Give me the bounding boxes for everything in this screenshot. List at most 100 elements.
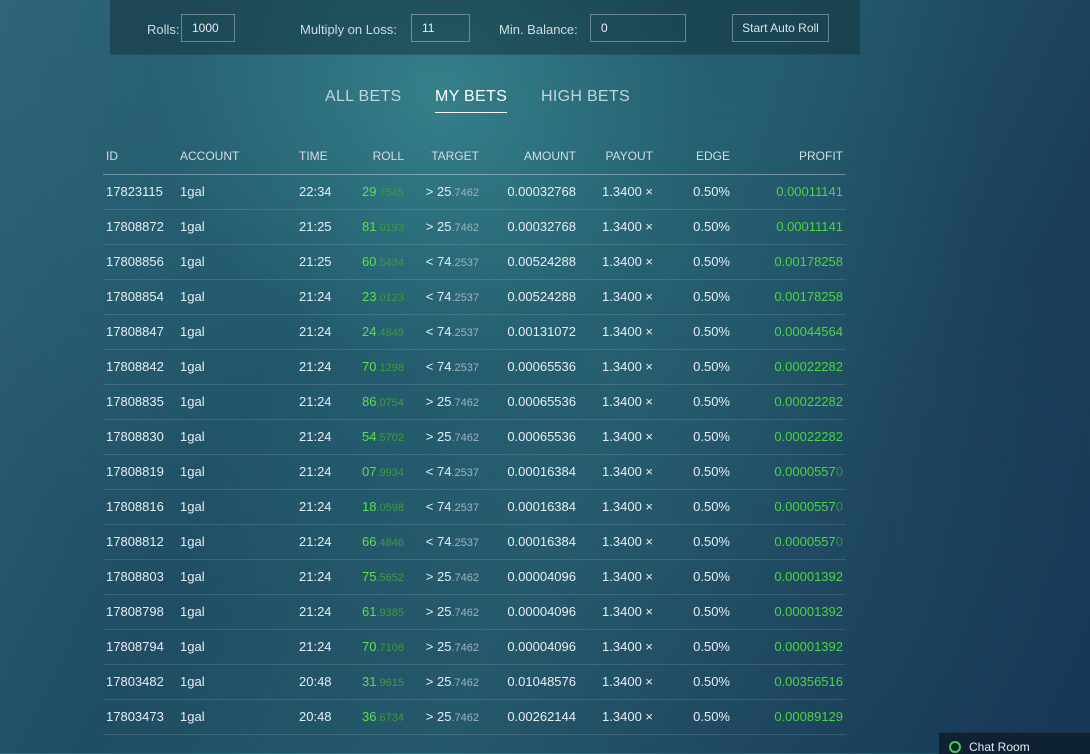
bet-account[interactable]: 1gal (180, 245, 205, 279)
bet-roll: 23.0123 (362, 280, 404, 315)
header-payout[interactable]: PAYOUT (605, 140, 653, 172)
multiply-on-loss-input[interactable] (411, 14, 470, 42)
header-time[interactable]: TIME (299, 140, 328, 172)
bet-payout: 1.3400 × (602, 464, 653, 479)
bet-id[interactable]: 17823115 (106, 175, 163, 209)
bet-id[interactable]: 17808794 (106, 630, 164, 664)
bet-id[interactable]: 17808872 (106, 210, 164, 244)
bet-id[interactable]: 17808842 (106, 350, 164, 384)
min-balance-label: Min. Balance: (499, 22, 578, 37)
bet-id[interactable]: 17808803 (106, 560, 164, 594)
roll-integer: 36 (362, 709, 377, 724)
table-row[interactable]: 17808798 1gal 21:24 61.9385 > 25.7462 0.00004… (103, 595, 846, 630)
header-amount[interactable]: AMOUNT (524, 140, 576, 172)
bet-account[interactable]: 1gal (180, 280, 205, 314)
bet-id[interactable]: 17808819 (106, 455, 164, 489)
online-status-icon (949, 741, 961, 753)
roll-integer: 54 (362, 429, 377, 444)
bet-id[interactable]: 17803473 (106, 700, 164, 734)
bet-roll: 54.5702 (362, 420, 404, 455)
profit-value: 0.00022282 (774, 429, 843, 444)
bet-amount: 0.00016384 (507, 464, 576, 479)
bet-time: 21:24 (299, 289, 332, 304)
min-balance-input[interactable] (590, 14, 686, 42)
bet-account[interactable]: 1gal (180, 315, 205, 349)
table-row[interactable]: 17808847 1gal 21:24 24.4849 < 74.2537 0.00131… (103, 315, 846, 350)
chat-room-button[interactable]: Chat Room (939, 732, 1090, 754)
bet-account[interactable]: 1gal (180, 630, 205, 664)
start-auto-roll-button[interactable]: Start Auto Roll (732, 14, 829, 42)
table-row[interactable]: 17808819 1gal 21:24 07.9934 < 74.2537 0.00016… (103, 455, 846, 490)
bet-account[interactable]: 1gal (180, 455, 205, 489)
bet-account[interactable]: 1gal (180, 560, 205, 594)
bet-id[interactable]: 17808847 (106, 315, 164, 349)
target-condition: < 74 (425, 254, 452, 269)
table-row[interactable]: 17808830 1gal 21:24 54.5702 > 25.7462 0.00065… (103, 420, 846, 455)
header-profit[interactable]: PROFIT (799, 140, 843, 172)
bet-roll: 60.5434 (362, 245, 404, 280)
bet-id[interactable]: 17808856 (106, 245, 164, 279)
tab-my-bets[interactable]: MY BETS (435, 88, 508, 113)
bet-account[interactable]: 1gal (180, 490, 205, 524)
tab-high-bets[interactable]: HIGH BETS (541, 88, 630, 106)
bet-profit: 0.00005570 (774, 490, 843, 524)
table-row[interactable]: 17808803 1gal 21:24 75.5652 > 25.7462 0.00004… (103, 560, 846, 595)
target-condition: < 74 (425, 289, 452, 304)
bet-amount: 0.00524288 (507, 254, 576, 269)
bet-target: < 74.2537 (426, 490, 479, 525)
bet-account[interactable]: 1gal (180, 525, 205, 559)
tab-all-bets[interactable]: ALL BETS (325, 88, 402, 106)
roll-integer: 23 (362, 289, 377, 304)
table-row[interactable]: 17808816 1gal 21:24 18.0598 < 74.2537 0.00016… (103, 490, 846, 525)
roll-fraction: .7106 (376, 642, 404, 654)
rolls-input[interactable] (181, 14, 235, 42)
target-condition: < 74 (425, 534, 452, 549)
bet-id[interactable]: 17803482 (106, 665, 164, 699)
table-row[interactable]: 17808872 1gal 21:25 81.0193 > 25.7462 0.00032… (103, 210, 846, 245)
roll-integer: 29 (362, 184, 377, 199)
bets-tabs: ALL BETS MY BETS HIGH BETS (0, 86, 1090, 116)
bet-account[interactable]: 1gal (180, 175, 205, 209)
roll-integer: 18 (362, 499, 377, 514)
table-row[interactable]: 17808835 1gal 21:24 86.0754 > 25.7462 0.00065… (103, 385, 846, 420)
header-id[interactable]: ID (106, 140, 118, 172)
bet-account[interactable]: 1gal (180, 665, 205, 699)
bet-payout: 1.3400 × (602, 359, 653, 374)
auto-roll-panel: Rolls: Multiply on Loss: Min. Balance: S… (110, 0, 860, 55)
header-account[interactable]: ACCOUNT (180, 140, 239, 172)
table-row[interactable]: 17823115 1gal 22:34 29.7545 > 25.7462 0.00032… (103, 175, 846, 210)
bet-account[interactable]: 1gal (180, 350, 205, 384)
target-fraction: .2537 (451, 292, 479, 304)
bet-id[interactable]: 17808798 (106, 595, 164, 629)
bet-account[interactable]: 1gal (180, 700, 205, 734)
table-row[interactable]: 17803473 1gal 20:48 36.6734 > 25.7462 0.00262… (103, 700, 846, 735)
target-condition: > 25 (425, 184, 452, 199)
bet-roll: 07.9934 (362, 455, 404, 490)
header-target[interactable]: TARGET (431, 140, 479, 172)
header-edge[interactable]: EDGE (696, 140, 730, 172)
bet-account[interactable]: 1gal (180, 385, 205, 419)
header-roll[interactable]: ROLL (373, 140, 404, 172)
table-row[interactable]: 17808854 1gal 21:24 23.0123 < 74.2537 0.00524… (103, 280, 846, 315)
target-fraction: .7462 (451, 187, 479, 199)
bet-time: 21:24 (299, 534, 332, 549)
target-fraction: .2537 (451, 362, 479, 374)
bet-id[interactable]: 17808812 (106, 525, 164, 559)
bet-account[interactable]: 1gal (180, 420, 205, 454)
bet-account[interactable]: 1gal (180, 210, 205, 244)
table-row[interactable]: 17803482 1gal 20:48 31.9615 > 25.7462 0.01048… (103, 665, 846, 700)
chat-room-label: Chat Room (969, 740, 1030, 754)
table-row[interactable]: 17808856 1gal 21:25 60.5434 < 74.2537 0.00524… (103, 245, 846, 280)
table-row[interactable]: 17808842 1gal 21:24 70.1298 < 74.2537 0.00065… (103, 350, 846, 385)
table-row[interactable]: 17808794 1gal 21:24 70.7106 > 25.7462 0.00004… (103, 630, 846, 665)
bet-account[interactable]: 1gal (180, 595, 205, 629)
bet-id[interactable]: 17808835 (106, 385, 164, 419)
table-row[interactable]: 17808812 1gal 21:24 66.4846 < 74.2537 0.00016… (103, 525, 846, 560)
bet-id[interactable]: 17808816 (106, 490, 164, 524)
bet-id[interactable]: 17808854 (106, 280, 164, 314)
bet-time: 21:25 (299, 219, 332, 234)
bet-id[interactable]: 17808830 (106, 420, 164, 454)
roll-fraction: .0123 (376, 292, 404, 304)
roll-fraction: .4849 (376, 327, 404, 339)
bet-roll: 75.5652 (362, 560, 404, 595)
